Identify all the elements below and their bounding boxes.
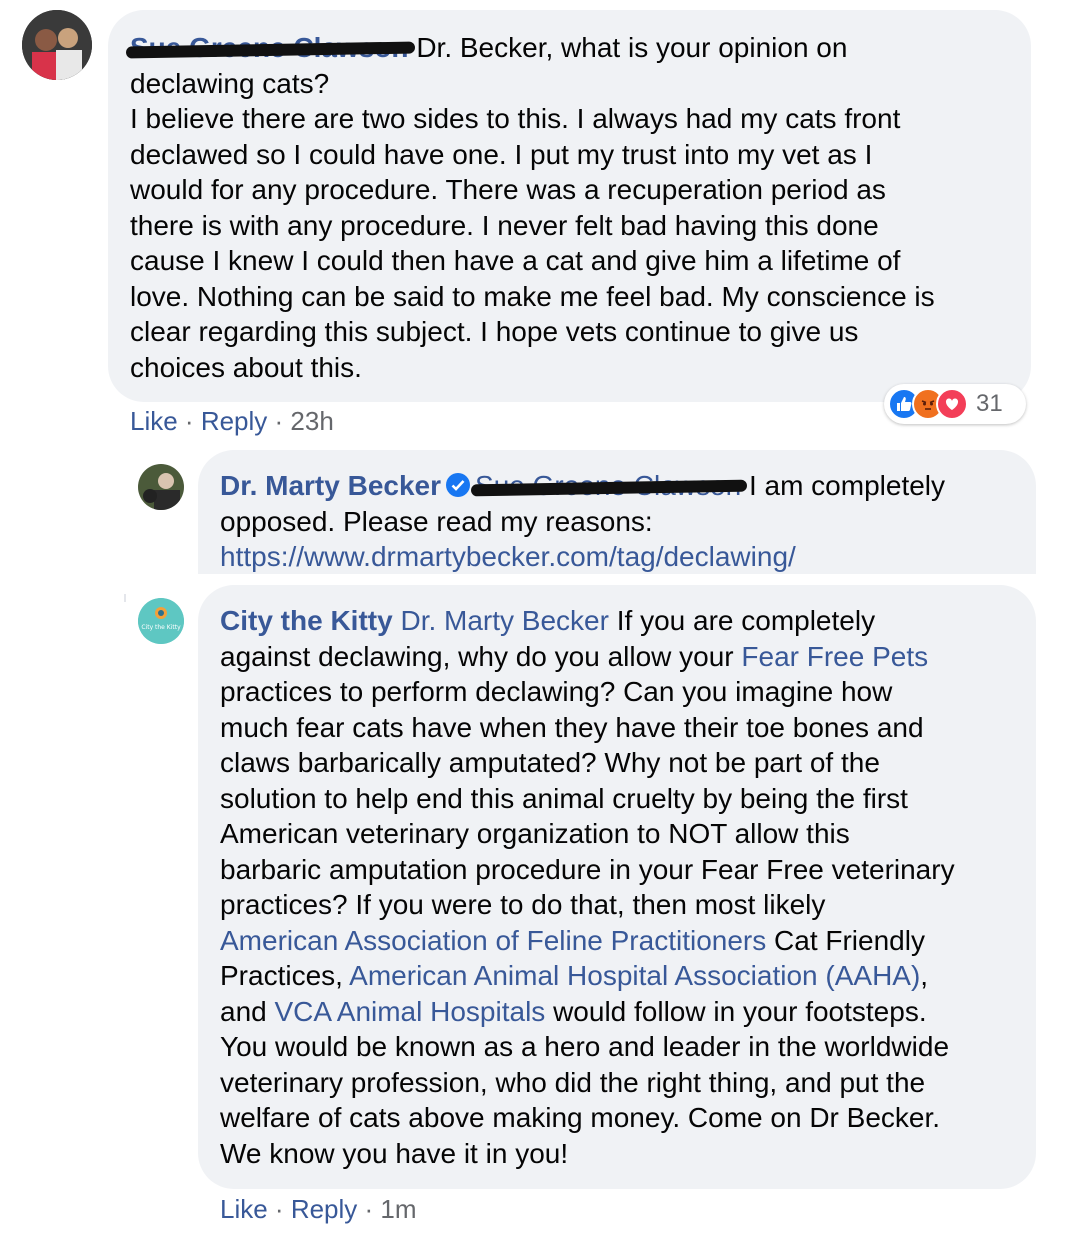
comment-text: Cat Friendly xyxy=(766,924,925,956)
comment-text: much fear cats have when they have their… xyxy=(220,711,924,743)
declawing-link[interactable]: https://www.drmartybecker.com/tag/declaw… xyxy=(220,541,796,572)
comment-author[interactable]: City the Kitty xyxy=(220,605,393,636)
reply-body: City the Kitty Dr. Marty Becker If you a… xyxy=(220,603,1030,1171)
comment-text: opposed. Please read my reasons: xyxy=(220,505,653,537)
separator: · xyxy=(177,406,201,436)
love-icon xyxy=(936,388,968,420)
avatar-text: City the Kitty xyxy=(141,624,181,631)
reply-body: Dr. Marty Becker Sue Greene Clawson I am … xyxy=(220,468,1030,575)
comment-body: Sue Greene Clawson Dr. Becker, what is y… xyxy=(130,30,1020,385)
comment-text: Practices, xyxy=(220,960,350,991)
comment-text: practices? If you were to do that, then … xyxy=(220,889,826,920)
comment-text: and xyxy=(220,995,275,1027)
aafp-link[interactable]: American Association of Feline Practitio… xyxy=(220,925,766,956)
comment-text: solution to help end this animal cruelty… xyxy=(220,782,908,814)
comment-text: declawing cats? xyxy=(130,67,330,99)
comment-text: practices to perform declawing? Can you … xyxy=(220,676,893,707)
comment-text: You would be known as a hero and leader … xyxy=(220,1031,950,1062)
avatar[interactable] xyxy=(138,464,184,510)
comment-text: claws barbarically amputated? Why not be… xyxy=(220,747,880,778)
comment-text: would follow in your footsteps. xyxy=(545,995,927,1027)
reaction-summary[interactable]: 31 xyxy=(884,384,1026,424)
comment-author[interactable]: Sue Greene Clawson xyxy=(130,30,409,66)
like-button[interactable]: Like xyxy=(130,406,178,436)
fear-free-pets-link[interactable]: Fear Free Pets xyxy=(741,641,928,672)
comment-text: If you are completely xyxy=(608,605,876,636)
comment-text: We know you have it in you! xyxy=(220,1137,569,1169)
vca-link[interactable]: VCA Animal Hospitals xyxy=(275,996,546,1027)
comment-text: choices about this. xyxy=(130,351,362,383)
like-button[interactable]: Like xyxy=(220,1194,268,1224)
separator: · xyxy=(357,1194,381,1224)
comment-text: American veterinary organization to NOT … xyxy=(220,818,850,849)
comment-text: veterinary profession, who did the right… xyxy=(220,1066,926,1098)
comment-text: welfare of cats above making money. Come… xyxy=(220,1102,941,1133)
comment-text: clear regarding this subject. I hope vet… xyxy=(130,316,859,347)
avatar[interactable] xyxy=(22,10,92,80)
comment-actions: Like · Reply · 23h xyxy=(130,406,334,437)
comment-actions: Like · Reply · 1m xyxy=(220,1194,417,1225)
comment-text: Dr. Becker, what is your opinion on xyxy=(408,32,848,63)
comment-text: declawed so I could have one. I put my t… xyxy=(130,138,873,170)
comment-text: , xyxy=(920,960,929,991)
comment-text: I am completely xyxy=(741,470,946,501)
avatar[interactable]: City the Kitty xyxy=(138,598,184,644)
thread-line xyxy=(124,594,126,602)
comment-text: cause I knew I could then have a cat and… xyxy=(130,245,901,276)
separator: · xyxy=(267,1194,291,1224)
comment-text: would for any procedure. There was a rec… xyxy=(130,174,886,205)
reply-button[interactable]: Reply xyxy=(291,1194,357,1224)
tagged-user[interactable]: Dr. Marty Becker xyxy=(400,605,608,636)
reply-button[interactable]: Reply xyxy=(201,406,267,436)
separator: · xyxy=(267,406,291,436)
tagged-user[interactable]: Sue Greene Clawson xyxy=(475,468,741,504)
comment-text: I believe there are two sides to this. I… xyxy=(130,103,901,134)
timestamp[interactable]: 23h xyxy=(290,406,333,436)
comment-text: against declawing, why do you allow your xyxy=(220,640,742,672)
comment-text: barbaric amputation procedure in your Fe… xyxy=(220,853,955,885)
comment-author[interactable]: Dr. Marty Becker xyxy=(220,470,441,501)
aaha-link[interactable]: American Animal Hospital Association (AA… xyxy=(349,960,920,991)
comment-text: there is with any procedure. I never fel… xyxy=(130,209,879,241)
verified-badge-icon xyxy=(446,473,471,497)
reaction-count: 31 xyxy=(976,390,1003,417)
timestamp[interactable]: 1m xyxy=(380,1194,416,1224)
comment-text: love. Nothing can be said to make me fee… xyxy=(130,280,935,312)
